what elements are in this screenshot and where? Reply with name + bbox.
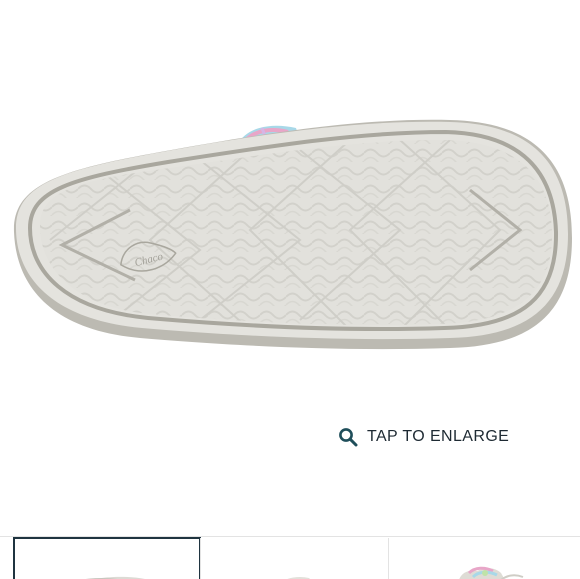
- tap-to-enlarge-button[interactable]: TAP TO ENLARGE: [338, 424, 509, 450]
- tap-to-enlarge-label: TAP TO ENLARGE: [367, 428, 510, 445]
- product-gallery: Chaco TAP TO ENLARGE: [0, 0, 580, 579]
- thumbnail-1[interactable]: [13, 537, 201, 579]
- thumbnail-strip: [0, 536, 580, 579]
- search-icon: [339, 428, 358, 447]
- thumbnail-3-image: [459, 566, 524, 579]
- product-main-image[interactable]: Chaco: [0, 0, 580, 410]
- thumbnail-2[interactable]: [201, 537, 388, 579]
- thumbnail-2-image: [287, 576, 310, 579]
- thumbnail-1-image: [86, 576, 145, 579]
- thumbnail-3[interactable]: [389, 537, 580, 579]
